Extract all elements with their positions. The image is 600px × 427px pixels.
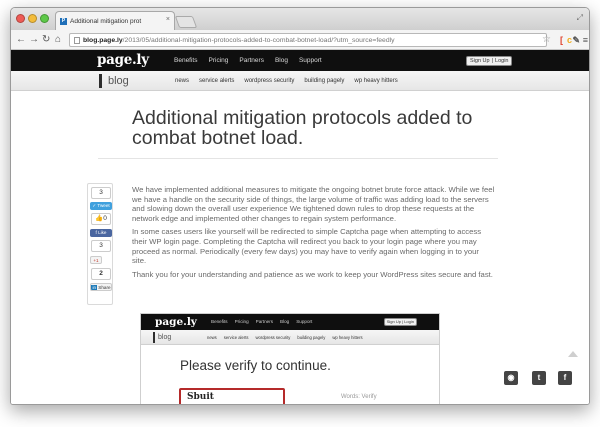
new-tab-button[interactable] — [174, 16, 198, 28]
title-bar: P Additional mitigation prot × ⤢ — [11, 8, 589, 30]
linkedin-icon: in — [91, 285, 98, 290]
screenshot-nav-item: Blog — [280, 319, 290, 324]
facebook-like-label: Like — [98, 230, 107, 235]
screenshot-auth-box: Sign Up | Login — [383, 318, 417, 326]
tab-close-icon[interactable]: × — [166, 16, 170, 23]
screenshot-subnav-item: news — [207, 335, 217, 340]
screenshot-subnav: blog news service alerts wordpress secur… — [141, 330, 439, 345]
minimize-window-icon[interactable] — [28, 14, 37, 23]
tweet-label: Tweet — [97, 203, 110, 208]
post-paragraph-3: Thank you for your understanding and pat… — [132, 269, 493, 279]
signup-link[interactable]: Sign Up — [470, 57, 490, 65]
tweet-button[interactable]: ✓ Tweet — [90, 202, 112, 210]
screenshot-logo: page.ly — [155, 316, 197, 328]
blog-label[interactable]: blog — [108, 73, 129, 89]
blog-category-links: news service alerts wordpress security b… — [175, 71, 398, 91]
window-controls — [16, 14, 49, 23]
screenshot-subnav-item: wp heavy hitters — [332, 335, 363, 340]
screenshot-navbar: page.ly Benefits Pricing Partners Blog S… — [141, 314, 439, 330]
screenshot-captcha-box: Sbuit — [179, 388, 285, 404]
nav-support[interactable]: Support — [299, 50, 322, 71]
bookmark-star-icon[interactable]: ☆ — [542, 33, 551, 47]
zoom-window-icon[interactable] — [40, 14, 49, 23]
facebook-like-button[interactable]: f Like — [90, 229, 112, 237]
post-paragraph-1: We have implemented additional measures … — [132, 185, 495, 223]
nav-benefits[interactable]: Benefits — [174, 50, 198, 71]
scroll-up-icon[interactable] — [568, 351, 578, 357]
subnav-wp-heavy-hitters[interactable]: wp heavy hitters — [354, 71, 397, 91]
subnav-wordpress-security[interactable]: wordpress security — [244, 71, 294, 91]
twitter-icon[interactable]: t — [532, 371, 546, 385]
screenshot-nav-item: Partners — [255, 319, 274, 324]
like-counter[interactable]: 👍0 — [91, 213, 111, 225]
url-path: /2013/05/additional-mitigation-protocols… — [122, 37, 395, 44]
home-icon[interactable]: ⌂ — [55, 33, 61, 47]
nav-pricing[interactable]: Pricing — [209, 50, 229, 71]
url-domain: blog.page.ly — [83, 37, 123, 44]
forward-arrow-icon[interactable]: → — [29, 33, 39, 47]
screenshot-blog-bar — [153, 332, 155, 343]
linkedin-share-button[interactable]: in Share — [90, 283, 112, 291]
screenshot-subnav-item: service alerts — [223, 335, 249, 340]
facebook-icon: f — [95, 230, 97, 235]
blog-subnav: blog news service alerts wordpress secur… — [11, 71, 589, 91]
facebook-icon[interactable]: f — [558, 371, 572, 385]
tab-title: Additional mitigation prot — [70, 17, 142, 25]
login-link[interactable]: Login — [495, 57, 508, 65]
google-plus-label: +1 — [93, 258, 99, 263]
linkedin-share-label: Share — [98, 285, 111, 290]
menu-icon[interactable]: ≡ — [583, 34, 588, 46]
browser-window: P Additional mitigation prot × ⤢ ← → ↻ ⌂… — [10, 7, 590, 405]
post-title: Additional mitigation protocols added to… — [132, 107, 473, 149]
nav-blog[interactable]: Blog — [275, 50, 288, 71]
screenshot-captcha-text: Sbuit — [187, 392, 214, 402]
reload-icon[interactable]: ↻ — [42, 33, 50, 47]
title-divider — [98, 158, 498, 159]
nav-partners[interactable]: Partners — [239, 50, 264, 71]
linkedin-count: 2 — [91, 268, 111, 280]
post-body: We have implemented additional measures … — [132, 185, 495, 283]
browser-tab[interactable]: P Additional mitigation prot × — [55, 11, 175, 30]
pagely-favicon-icon: P — [60, 17, 67, 25]
site-nav-links: Benefits Pricing Partners Blog Support — [174, 50, 322, 71]
extension-icon-1[interactable]: [ — [560, 34, 563, 46]
screenshot-nav-item: Benefits — [211, 319, 228, 324]
like-count: 0 — [103, 215, 107, 222]
fullscreen-icon[interactable]: ⤢ — [577, 13, 583, 23]
page-icon — [74, 37, 80, 44]
share-sidebar: 3 ✓ Tweet 👍0 f Like 3 +1 2 in Share — [87, 183, 113, 305]
page-content: page.ly Benefits Pricing Partners Blog S… — [11, 50, 589, 404]
wrench-icon[interactable]: ✎ — [572, 34, 580, 46]
screenshot-nav-item: Pricing — [234, 319, 249, 324]
site-navbar: page.ly Benefits Pricing Partners Blog S… — [11, 50, 589, 71]
back-arrow-icon[interactable]: ← — [16, 33, 26, 47]
subnav-news[interactable]: news — [175, 71, 189, 91]
extension-icon-2[interactable]: c — [567, 34, 572, 46]
tweet-count: 3 — [91, 187, 111, 199]
screenshot-side-text: Words: Verify — [341, 394, 377, 400]
screenshot-nav-item: Support — [296, 319, 313, 324]
screenshot-subnav-item: wordpress security — [255, 335, 291, 340]
facebook-count: 3 — [91, 240, 111, 252]
auth-box: Sign Up | Login — [466, 56, 513, 66]
screenshot-verify-heading: Please verify to continue. — [180, 358, 331, 373]
site-logo[interactable]: page.ly — [97, 51, 149, 69]
close-window-icon[interactable] — [16, 14, 25, 23]
embedded-screenshot: page.ly Benefits Pricing Partners Blog S… — [140, 313, 440, 404]
screenshot-nav-links: Benefits Pricing Partners Blog Support — [211, 314, 312, 330]
twitter-bird-icon: ✓ — [92, 203, 97, 208]
google-plus-button[interactable]: +1 — [90, 256, 102, 264]
subnav-building-pagely[interactable]: building pagely — [304, 71, 344, 91]
screenshot-subnav-links: news service alerts wordpress security b… — [207, 330, 363, 345]
rss-icon[interactable]: ◉ — [504, 371, 518, 385]
screenshot-blog-label: blog — [158, 334, 172, 341]
address-bar[interactable]: blog.page.ly/2013/05/additional-mitigati… — [69, 33, 547, 47]
post-paragraph-2: In some cases users like yourself will b… — [132, 227, 482, 266]
browser-toolbar: ← → ↻ ⌂ blog.page.ly/2013/05/additional-… — [11, 30, 589, 50]
auth-divider: | — [491, 58, 494, 64]
subnav-service-alerts[interactable]: service alerts — [199, 71, 234, 91]
screenshot-subnav-item: building pagely — [297, 335, 326, 340]
blog-bar-accent — [99, 74, 102, 88]
